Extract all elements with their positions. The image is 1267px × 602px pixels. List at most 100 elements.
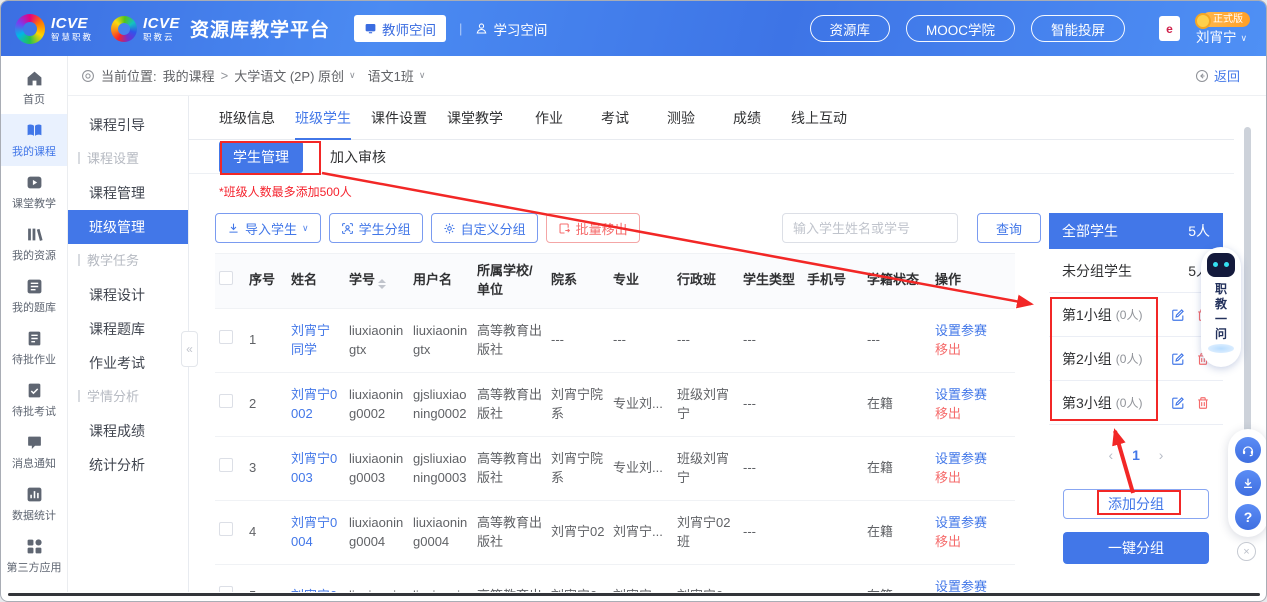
group-item-2[interactable]: 第2小组(0人) bbox=[1049, 337, 1223, 381]
sidebar-item-9[interactable]: 第三方应用 bbox=[1, 530, 67, 582]
next-page-button[interactable]: › bbox=[1159, 447, 1164, 463]
sidebar-item-7[interactable]: 消息通知 bbox=[1, 426, 67, 478]
mooc-academy-link[interactable]: MOOC学院 bbox=[906, 15, 1015, 42]
menu-item-6[interactable]: 课程题库 bbox=[68, 312, 188, 346]
subtab-student-management[interactable]: 学生管理 bbox=[219, 141, 303, 173]
edit-icon[interactable] bbox=[1171, 308, 1185, 322]
prev-page-button[interactable]: ‹ bbox=[1109, 447, 1114, 463]
current-page[interactable]: 1 bbox=[1132, 447, 1140, 463]
set-contest-link[interactable]: 设置参赛 bbox=[935, 449, 1011, 469]
remove-student-link[interactable]: 移出 bbox=[935, 404, 1011, 424]
menu-item-0[interactable]: 课程引导 bbox=[68, 108, 188, 142]
edit-icon[interactable] bbox=[1171, 352, 1185, 366]
row-checkbox[interactable] bbox=[219, 330, 233, 344]
data-cell: 在籍 bbox=[863, 436, 931, 500]
sidebar-item-6[interactable]: 待批考试 bbox=[1, 374, 67, 426]
sidebar-item-0[interactable]: 首页 bbox=[1, 62, 67, 114]
sidebar-item-1[interactable]: 我的课程 bbox=[1, 114, 67, 166]
row-checkbox[interactable] bbox=[219, 522, 233, 536]
space-divider: | bbox=[459, 21, 462, 36]
learning-space-button[interactable]: 学习空间 bbox=[475, 19, 547, 39]
download-button[interactable] bbox=[1235, 470, 1261, 496]
set-contest-link[interactable]: 设置参赛 bbox=[935, 321, 1011, 341]
menu-item-10[interactable]: 统计分析 bbox=[68, 448, 188, 482]
ops-cell: 设置参赛移出 bbox=[931, 308, 1015, 372]
group-member-count: (0人) bbox=[1116, 306, 1143, 323]
user-menu[interactable]: 刘宵宁∨ bbox=[1196, 31, 1247, 45]
remove-student-link[interactable]: 移出 bbox=[935, 468, 1011, 488]
group-member-count: (0人) bbox=[1116, 394, 1143, 411]
tab-0[interactable]: 班级信息 bbox=[219, 96, 275, 140]
sidebar-item-3[interactable]: 我的资源 bbox=[1, 218, 67, 270]
course-dropdown-icon[interactable]: ∨ bbox=[349, 70, 356, 81]
tab-1[interactable]: 班级学生 bbox=[295, 96, 351, 140]
class-dropdown-icon[interactable]: ∨ bbox=[419, 70, 426, 81]
sidebar-item-4[interactable]: 我的题库 bbox=[1, 270, 67, 322]
resource-library-link[interactable]: 资源库 bbox=[810, 15, 891, 42]
search-input[interactable] bbox=[782, 213, 958, 243]
sidebar-item-2[interactable]: 课堂教学 bbox=[1, 166, 67, 218]
sidebar-item-label: 消息通知 bbox=[12, 455, 56, 471]
tab-2[interactable]: 课件设置 bbox=[371, 96, 427, 140]
custom-grouping-button[interactable]: 自定义分组 bbox=[431, 213, 538, 243]
trash-icon[interactable] bbox=[1196, 396, 1210, 410]
menu-item-9[interactable]: 课程成绩 bbox=[68, 414, 188, 448]
tab-3[interactable]: 课堂教学 bbox=[447, 96, 503, 140]
auto-group-button[interactable]: 一键分组 bbox=[1063, 532, 1209, 564]
remove-student-link[interactable]: 移出 bbox=[935, 340, 1011, 360]
tab-7[interactable]: 成绩 bbox=[733, 96, 761, 140]
batch-remove-button[interactable]: 批量移出 bbox=[546, 213, 640, 243]
group-all-students[interactable]: 全部学生 5人 bbox=[1049, 213, 1223, 249]
student-name-link[interactable]: 刘宵宁0 bbox=[291, 588, 337, 592]
tab-6[interactable]: 测验 bbox=[667, 96, 695, 140]
edition-badge: 正式版 bbox=[1202, 12, 1250, 27]
student-name-link[interactable]: 刘宵宁同学 bbox=[291, 323, 330, 358]
menu-item-5[interactable]: 课程设计 bbox=[68, 278, 188, 312]
smart-casting-link[interactable]: 智能投屏 bbox=[1031, 15, 1125, 42]
remove-student-link[interactable]: 移出 bbox=[935, 532, 1011, 552]
menu-item-2[interactable]: 课程管理 bbox=[68, 176, 188, 210]
breadcrumb-class[interactable]: 语文1班 bbox=[368, 66, 414, 85]
assistant-widget[interactable]: 职教一问 bbox=[1201, 247, 1241, 367]
import-students-button[interactable]: 导入学生 ∨ bbox=[215, 213, 321, 243]
subtab-join-audit[interactable]: 加入审核 bbox=[330, 147, 386, 167]
icve-zhihuizhijiao-logo[interactable]: ICVE智慧职教 ICVE职教云 bbox=[15, 14, 180, 44]
group-ungrouped-students[interactable]: 未分组学生 5人 bbox=[1049, 249, 1223, 293]
student-name-link[interactable]: 刘宵宁0003 bbox=[291, 451, 337, 486]
tab-5[interactable]: 考试 bbox=[601, 96, 629, 140]
student-name-link[interactable]: 刘宵宁0002 bbox=[291, 387, 337, 422]
sidebar-item-label: 我的课程 bbox=[12, 143, 56, 159]
tab-4[interactable]: 作业 bbox=[535, 96, 563, 140]
customer-service-button[interactable] bbox=[1235, 437, 1261, 463]
set-contest-link[interactable]: 设置参赛 bbox=[935, 513, 1011, 533]
sort-icon[interactable] bbox=[378, 279, 386, 289]
row-checkbox[interactable] bbox=[219, 458, 233, 472]
breadcrumb-my-courses[interactable]: 我的课程 bbox=[163, 66, 215, 85]
query-button[interactable]: 查询 bbox=[977, 213, 1041, 243]
help-button[interactable]: ? bbox=[1235, 504, 1261, 530]
back-button[interactable]: 返回 bbox=[1195, 66, 1240, 85]
add-group-button[interactable]: 添加分组 bbox=[1063, 489, 1209, 519]
teacher-space-button[interactable]: 教师空间 bbox=[354, 15, 446, 42]
breadcrumb-course[interactable]: 大学语文 (2P) 原创 bbox=[234, 66, 344, 85]
menu-item-3[interactable]: 班级管理 bbox=[68, 210, 188, 244]
student-grouping-button[interactable]: 学生分组 bbox=[329, 213, 423, 243]
row-checkbox[interactable] bbox=[219, 586, 233, 592]
student-name-link[interactable]: 刘宵宁0004 bbox=[291, 515, 337, 550]
tab-8[interactable]: 线上互动 bbox=[791, 96, 847, 140]
cell-value: 刘宵宁... bbox=[613, 524, 663, 539]
sidebar-collapse-handle[interactable]: « bbox=[181, 331, 198, 367]
doc-badge-icon[interactable]: e bbox=[1159, 16, 1180, 41]
table-header-row: 序号姓名学号用户名所属学校/单位院系专业行政班学生类型手机号学籍状态操作 bbox=[215, 254, 1015, 309]
sidebar-item-5[interactable]: 待批作业 bbox=[1, 322, 67, 374]
edit-icon[interactable] bbox=[1171, 396, 1185, 410]
group-item-1[interactable]: 第1小组(0人) bbox=[1049, 293, 1223, 337]
row-checkbox[interactable] bbox=[219, 394, 233, 408]
close-widget-button[interactable]: × bbox=[1237, 542, 1256, 561]
menu-item-7[interactable]: 作业考试 bbox=[68, 346, 188, 380]
select-all-checkbox[interactable] bbox=[219, 271, 233, 285]
sidebar-item-8[interactable]: 数据统计 bbox=[1, 478, 67, 530]
set-contest-link[interactable]: 设置参赛 bbox=[935, 577, 1011, 592]
set-contest-link[interactable]: 设置参赛 bbox=[935, 385, 1011, 405]
group-item-3[interactable]: 第3小组(0人) bbox=[1049, 381, 1223, 425]
